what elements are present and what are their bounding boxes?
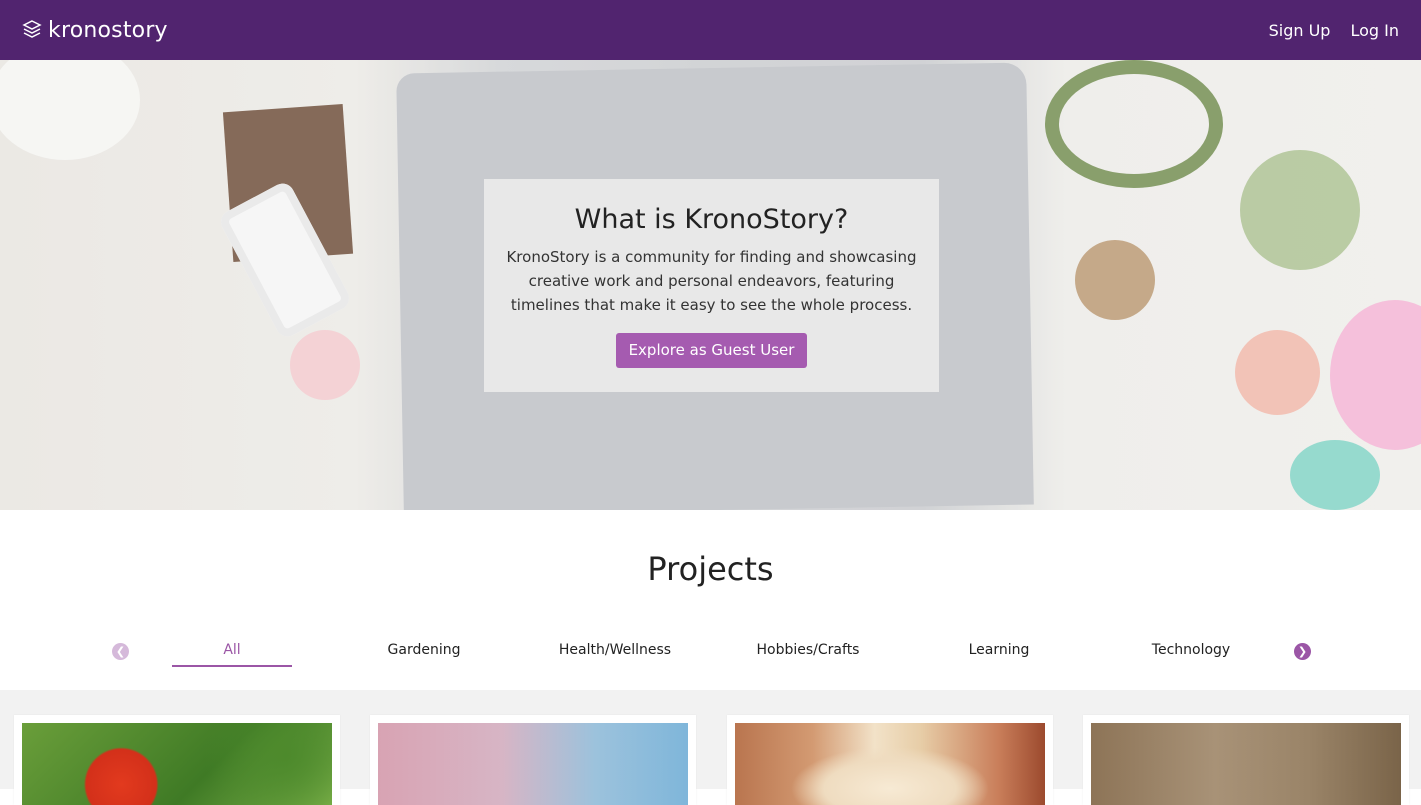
layers-icon xyxy=(22,19,48,43)
nav-links: Sign Up Log In xyxy=(1269,20,1399,42)
tab-all[interactable]: All xyxy=(172,640,292,660)
tomato-plant-photo xyxy=(22,723,332,805)
active-tab-indicator xyxy=(172,665,292,667)
craft-letters-photo xyxy=(1091,723,1401,805)
tab-health-wellness[interactable]: Health/Wellness xyxy=(555,640,675,660)
sign-up-link[interactable]: Sign Up xyxy=(1269,20,1331,42)
project-card[interactable] xyxy=(370,715,696,805)
hero-banner: What is KronoStory? KronoStory is a comm… xyxy=(0,60,1421,510)
tab-hobbies-crafts[interactable]: Hobbies/Crafts xyxy=(748,640,868,660)
project-card[interactable] xyxy=(14,715,340,805)
log-in-link[interactable]: Log In xyxy=(1350,20,1399,42)
logo-text: kronostory xyxy=(48,18,168,43)
chevron-left-icon[interactable]: ❮ xyxy=(112,643,129,660)
dog-photo xyxy=(735,723,1045,805)
project-card[interactable] xyxy=(1083,715,1409,805)
logo-link[interactable]: kronostory xyxy=(22,18,168,44)
hero-title: What is KronoStory? xyxy=(574,204,849,235)
chevron-right-icon[interactable]: ❯ xyxy=(1294,643,1311,660)
projects-heading: Projects xyxy=(647,550,774,588)
tab-learning[interactable]: Learning xyxy=(939,640,1059,660)
hero-info-card: What is KronoStory? KronoStory is a comm… xyxy=(484,179,939,392)
category-tabs: ❮ All Gardening Health/Wellness Hobbies/… xyxy=(0,632,1421,672)
tab-gardening[interactable]: Gardening xyxy=(364,640,484,660)
hero-description: KronoStory is a community for finding an… xyxy=(506,248,917,314)
tab-technology[interactable]: Technology xyxy=(1131,640,1251,660)
project-card[interactable] xyxy=(727,715,1053,805)
explore-guest-button[interactable]: Explore as Guest User xyxy=(615,333,808,368)
top-navbar: kronostory Sign Up Log In xyxy=(0,0,1421,60)
abstract-light-photo xyxy=(378,723,688,805)
